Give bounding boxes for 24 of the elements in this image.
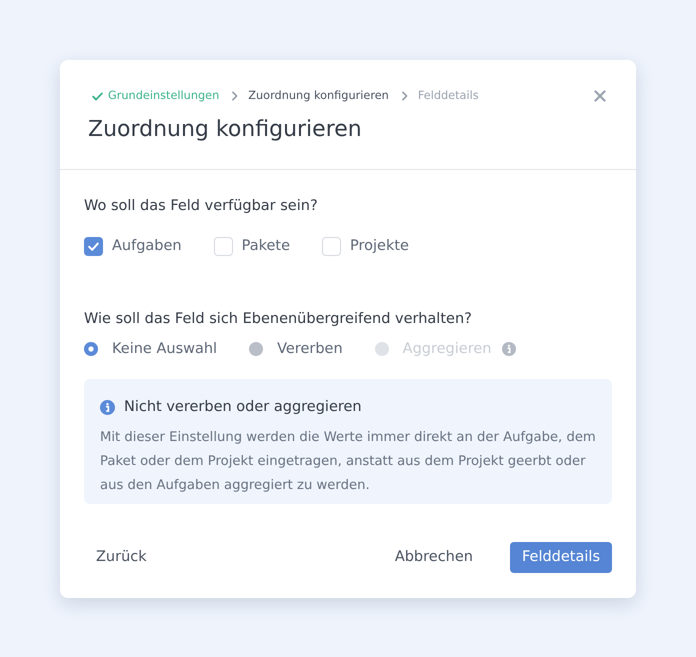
- next-button[interactable]: Felddetails: [510, 542, 612, 573]
- checkbox[interactable]: [84, 236, 103, 256]
- radio-button[interactable]: [249, 342, 264, 356]
- question-label: Wie soll das Feld sich Ebenenübergreifend verhalten?: [84, 310, 473, 329]
- checkbox[interactable]: [322, 236, 342, 256]
- checkbox[interactable]: [214, 236, 233, 256]
- chevron-right-icon: [400, 91, 408, 101]
- radio-label[interactable]: Vererben: [277, 339, 343, 359]
- close-icon[interactable]: [592, 88, 608, 104]
- info-icon: [100, 400, 115, 414]
- info-title: Nicht vererben oder aggregieren: [124, 398, 362, 417]
- cancel-button[interactable]: Abbrechen: [382, 542, 485, 573]
- question-label: Wo soll das Feld verfügbar sein?: [84, 197, 319, 216]
- chevron-right-icon: [231, 91, 238, 101]
- checkbox-label[interactable]: Pakete: [242, 236, 290, 256]
- radio-button[interactable]: [84, 342, 98, 356]
- radio-label[interactable]: Keine Auswahl: [112, 339, 218, 359]
- back-button[interactable]: Zurück: [84, 542, 159, 573]
- info-text: Mit dieser Einstellung werden die Werte immer direkt an der Aufgabe, dem Paket oder dem Projekt eingetragen, anstatt aus dem Projekt geerbt oder aus den Aufgaben aggregiert zu werden.: [100, 429, 597, 495]
- checkbox-label[interactable]: Aufgaben: [112, 236, 182, 256]
- dialog-title: Zuordnung konfigurieren: [88, 116, 363, 144]
- breadcrumb-step[interactable]: Zuordnung konfigurieren: [248, 88, 389, 104]
- checkbox-label[interactable]: Projekte: [350, 236, 409, 256]
- check-icon: [92, 92, 103, 100]
